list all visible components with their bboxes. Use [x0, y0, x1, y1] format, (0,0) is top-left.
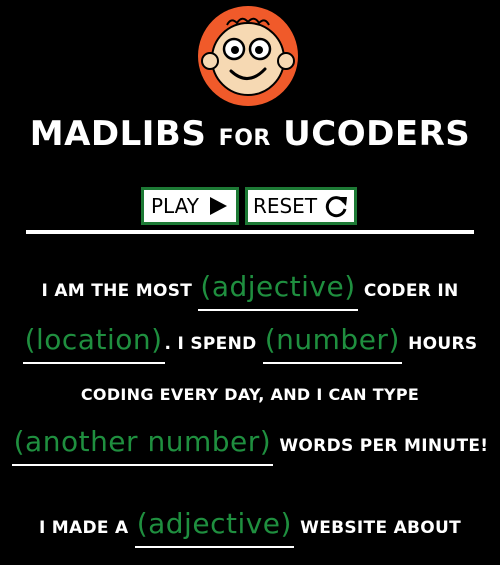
- play-button-label: PLAY: [150, 194, 199, 218]
- play-icon: [210, 197, 227, 215]
- story-line-2: (location). I SPEND (number) HOURS: [0, 323, 500, 364]
- page-title: MADLIBS FOR UCODERS: [29, 114, 471, 154]
- story-line-3: CODING EVERY DAY, AND I CAN TYPE: [80, 385, 420, 404]
- blank-number[interactable]: (number): [262, 323, 402, 364]
- blank-adjective-2[interactable]: (adjective): [134, 507, 294, 548]
- story-line-5: I MADE A (adjective) WEBSITE ABOUT: [0, 507, 500, 548]
- reset-button[interactable]: RESET: [245, 187, 357, 225]
- blank-another-number[interactable]: (another number): [11, 425, 274, 466]
- blank-adjective-1[interactable]: (adjective): [198, 270, 358, 311]
- reload-icon: [325, 196, 348, 218]
- blank-location[interactable]: (location): [22, 323, 165, 364]
- play-button[interactable]: PLAY: [141, 187, 239, 225]
- reset-button-label: RESET: [252, 194, 318, 218]
- divider: [26, 230, 474, 234]
- smiley-face-logo: [198, 6, 298, 106]
- story-line-1: I AM THE MOST (adjective) CODER IN: [0, 270, 500, 311]
- story-line-4: (another number) WORDS PER MINUTE!: [0, 425, 500, 466]
